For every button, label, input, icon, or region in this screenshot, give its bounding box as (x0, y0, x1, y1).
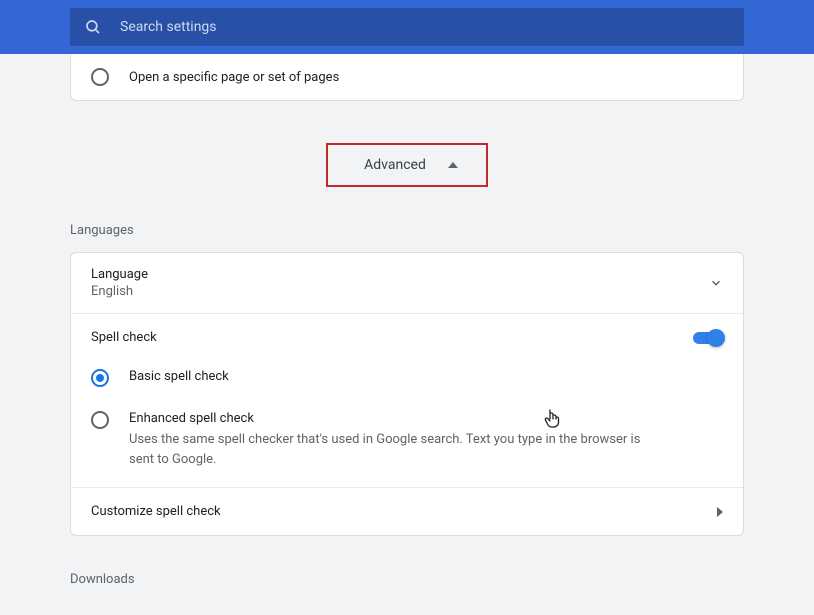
languages-section-title: Languages (70, 223, 744, 238)
content: Open a specific page or set of pages Adv… (0, 54, 814, 587)
spell-check-toggle[interactable] (693, 332, 723, 344)
search-icon (84, 18, 102, 36)
customize-spell-check-label: Customize spell check (91, 504, 221, 519)
search-placeholder: Search settings (120, 19, 217, 35)
header-bar: Search settings (0, 0, 814, 54)
enhanced-spell-check-desc: Uses the same spell checker that's used … (129, 430, 663, 469)
startup-card: Open a specific page or set of pages (70, 54, 744, 101)
basic-spell-check-option[interactable]: Basic spell check (71, 361, 743, 395)
spell-check-row: Spell check (71, 314, 743, 361)
enhanced-spell-check-option[interactable]: Enhanced spell check Uses the same spell… (71, 403, 743, 477)
enhanced-spell-check-title: Enhanced spell check (129, 411, 663, 426)
radio-unselected-icon (91, 68, 109, 86)
language-row[interactable]: Language English (71, 253, 743, 314)
customize-spell-check-row[interactable]: Customize spell check (71, 487, 743, 535)
downloads-section-title: Downloads (70, 572, 744, 587)
startup-open-specific-option[interactable]: Open a specific page or set of pages (71, 54, 743, 100)
chevron-right-icon (717, 507, 723, 517)
advanced-label: Advanced (364, 157, 426, 173)
chevron-up-icon (448, 162, 458, 168)
search-settings-input[interactable]: Search settings (70, 8, 744, 46)
chevron-down-icon (709, 276, 723, 290)
language-text: Language English (91, 267, 148, 299)
radio-selected-icon (91, 369, 109, 387)
basic-spell-check-title: Basic spell check (129, 369, 663, 384)
language-label: Language (91, 267, 148, 282)
radio-unselected-icon (91, 411, 109, 429)
spell-check-label: Spell check (91, 330, 157, 345)
advanced-toggle-button[interactable]: Advanced (326, 143, 488, 187)
advanced-section: Advanced (70, 143, 744, 187)
language-value: English (91, 284, 148, 299)
startup-open-specific-label: Open a specific page or set of pages (129, 70, 339, 85)
basic-spell-check-body: Basic spell check (129, 369, 723, 384)
languages-card: Language English Spell check Basic spell… (70, 252, 744, 536)
enhanced-spell-check-body: Enhanced spell check Uses the same spell… (129, 411, 723, 469)
